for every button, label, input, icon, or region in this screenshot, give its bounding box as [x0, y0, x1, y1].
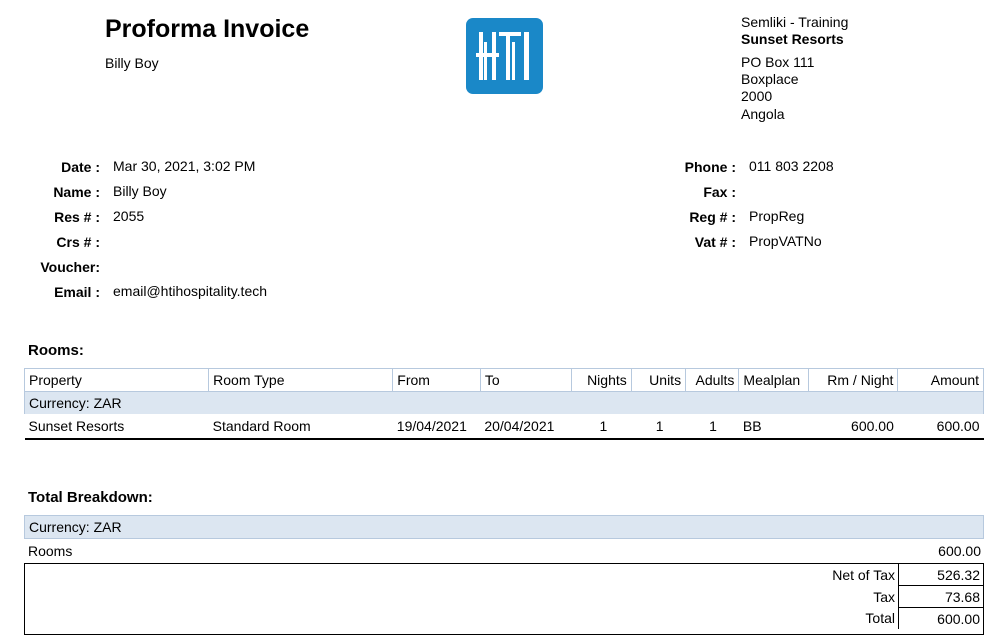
email-value: email@htihospitality.tech — [113, 283, 268, 299]
reg-label: Reg # : — [689, 209, 736, 225]
col-amount: Amount — [897, 368, 984, 392]
totals-currency: Currency: ZAR — [29, 519, 122, 535]
cell-from: 19/04/2021 — [396, 418, 467, 434]
totals-currency-row: Currency: ZAR — [24, 515, 984, 539]
date-label: Date : — [61, 159, 100, 175]
cell-amount: 600.00 — [936, 418, 980, 434]
property-name: Sunset Resorts — [741, 31, 844, 47]
vat-label: Vat # : — [694, 234, 736, 250]
net-of-tax-label: Net of Tax — [832, 566, 895, 583]
table-row: Sunset Resorts Standard Room 19/04/2021 … — [25, 414, 984, 439]
hti-logo — [466, 18, 543, 94]
total-row: Total 600.00 — [772, 607, 983, 629]
tax-label: Tax — [873, 588, 895, 605]
col-to: To — [479, 368, 573, 392]
guest-name: Billy Boy — [105, 55, 159, 71]
total-label: Total — [865, 610, 895, 627]
reg-value: PropReg — [749, 208, 805, 224]
date-value: Mar 30, 2021, 3:02 PM — [113, 158, 256, 174]
crs-label: Crs # : — [56, 234, 100, 250]
cell-room-type: Standard Room — [212, 418, 311, 434]
cell-property: Sunset Resorts — [28, 418, 125, 434]
col-property: Property — [23, 368, 210, 392]
col-rm-night: Rm / Night — [807, 368, 899, 392]
net-of-tax-row: Net of Tax 526.32 — [772, 564, 983, 586]
invoice-title: Proforma Invoice — [105, 15, 310, 43]
col-room-type: Room Type — [208, 368, 394, 392]
cell-nights: 1 — [599, 418, 608, 434]
totals-rooms-value: 600.00 — [938, 543, 981, 559]
company-name: Semliki - Training — [741, 14, 849, 30]
address-line-3: 2000 — [741, 88, 773, 104]
rooms-table: Property Room Type From To Nights Units … — [23, 368, 984, 440]
cell-adults: 1 — [709, 418, 717, 434]
total-value: 600.00 — [898, 607, 983, 629]
name-value: Billy Boy — [113, 183, 167, 199]
tax-row: Tax 73.68 — [772, 585, 983, 608]
cell-to: 20/04/2021 — [484, 418, 555, 434]
totals-rooms-row: Rooms 600.00 — [24, 540, 984, 562]
rooms-currency-row: Currency: ZAR — [24, 391, 984, 414]
net-of-tax-value: 526.32 — [898, 564, 983, 586]
col-adults: Adults — [685, 368, 740, 392]
address-line-2: Boxplace — [741, 71, 799, 87]
col-from: From — [392, 368, 481, 392]
vat-value: PropVATNo — [749, 233, 822, 249]
rooms-header-row: Property Room Type From To Nights Units … — [23, 368, 984, 392]
address-line-1: PO Box 111 — [741, 54, 815, 70]
totals-rooms-label: Rooms — [28, 543, 73, 559]
col-nights: Nights — [571, 368, 632, 392]
phone-value: 011 803 2208 — [749, 158, 834, 174]
res-label: Res # : — [54, 209, 100, 225]
totals-section-title: Total Breakdown: — [28, 489, 153, 506]
col-mealplan: Mealplan — [738, 368, 809, 392]
res-value: 2055 — [113, 208, 145, 224]
fax-label: Fax : — [703, 184, 736, 200]
email-label: Email : — [54, 284, 100, 300]
totals-box: Net of Tax 526.32 Tax 73.68 Total 600.00 — [24, 563, 984, 635]
rooms-section-title: Rooms: — [28, 342, 84, 359]
name-label: Name : — [53, 184, 100, 200]
address-line-4: Angola — [741, 106, 785, 122]
voucher-label: Voucher: — [40, 259, 100, 275]
cell-units: 1 — [655, 418, 664, 434]
cell-rm-night: 600.00 — [851, 418, 894, 434]
cell-mealplan: BB — [742, 418, 762, 434]
col-units: Units — [630, 368, 687, 392]
rooms-currency: Currency: ZAR — [24, 391, 984, 414]
tax-value: 73.68 — [898, 585, 983, 608]
phone-label: Phone : — [684, 159, 736, 175]
totals-table: Net of Tax 526.32 Tax 73.68 Total 600.00 — [772, 564, 983, 629]
hti-logo-mark — [476, 32, 529, 80]
